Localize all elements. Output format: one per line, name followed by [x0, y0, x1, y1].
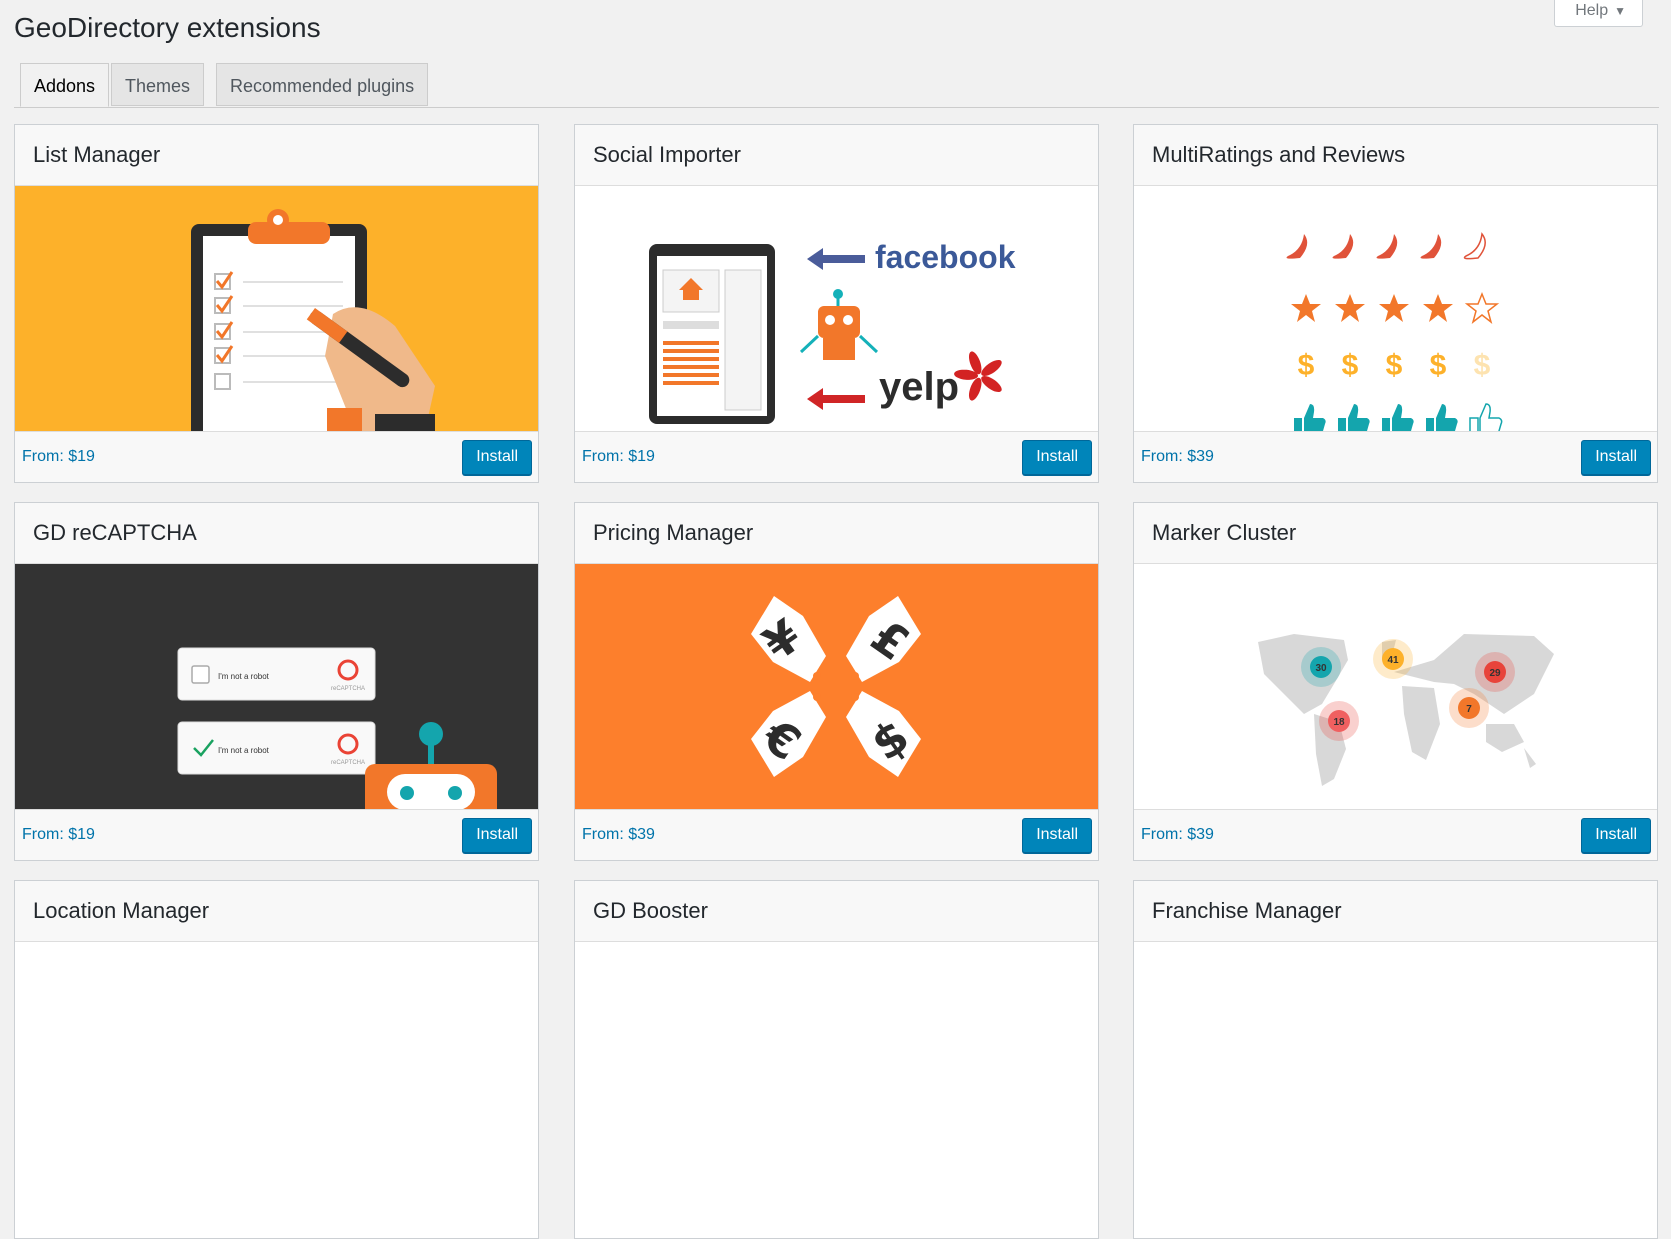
recaptcha-brand: reCAPTCHA [331, 760, 365, 766]
card-title: MultiRatings and Reviews [1152, 142, 1406, 167]
recaptcha-brand: reCAPTCHA [331, 686, 365, 692]
cluster-count: 7 [1466, 704, 1472, 715]
extension-card: GD Booster [574, 880, 1099, 1239]
extension-card: Pricing Manager ¥ £ € $ From: $39 Instal… [574, 502, 1099, 861]
cluster-count: 29 [1489, 668, 1501, 679]
card-price: From: $39 [1141, 448, 1214, 465]
yelp-logo-text: yelp [879, 365, 959, 409]
card-price: From: $19 [22, 826, 95, 843]
card-price: From: $39 [582, 826, 655, 843]
recaptcha-image: I'm not a robot reCAPTCHA I'm not a robo… [15, 564, 538, 809]
dollar-icon: $ [1474, 349, 1491, 382]
install-button[interactable]: Install [1022, 817, 1092, 853]
multiratings-image: $ $ $ $ $ [1134, 186, 1657, 431]
help-tab[interactable]: Help ▼ [1554, 0, 1643, 27]
extension-card: Franchise Manager [1133, 880, 1658, 1239]
card-price: From: $39 [1141, 826, 1214, 843]
dollar-icon: $ [1342, 349, 1359, 382]
caret-down-icon: ▼ [1614, 4, 1626, 18]
card-title: List Manager [33, 142, 161, 167]
install-button[interactable]: Install [1581, 439, 1651, 475]
card-title: Marker Cluster [1152, 520, 1297, 545]
extension-card: Location Manager [14, 880, 539, 1239]
card-price: From: $19 [582, 448, 655, 465]
card-title: Pricing Manager [593, 520, 754, 545]
tab-themes[interactable]: Themes [111, 63, 205, 106]
install-button[interactable]: Install [1581, 817, 1651, 853]
card-price: From: $19 [22, 448, 95, 465]
social-importer-image: facebook yelp [575, 186, 1098, 431]
not-a-robot-label: I'm not a robot [218, 746, 270, 755]
list-manager-image [15, 186, 538, 431]
extension-card: MultiRatings and Reviews $ $ $ $ $ From:… [1133, 124, 1658, 483]
tab-addons[interactable]: Addons [20, 63, 110, 107]
tab-recommended-plugins[interactable]: Recommended plugins [216, 63, 429, 106]
extension-card: Marker Cluster 30 41 29 18 7 From: $39 I… [1133, 502, 1658, 861]
card-title: GD Booster [593, 898, 708, 923]
extension-card: GD reCAPTCHA I'm not a robot reCAPTCHA I… [14, 502, 539, 861]
cluster-count: 41 [1387, 655, 1399, 666]
card-title: Franchise Manager [1152, 898, 1342, 923]
marker-cluster-image: 30 41 29 18 7 [1134, 564, 1657, 809]
card-title: Location Manager [33, 898, 210, 923]
dollar-icon: $ [1386, 349, 1403, 382]
not-a-robot-label: I'm not a robot [218, 672, 270, 681]
card-title: Social Importer [593, 142, 741, 167]
extension-card: List Manager From: $19 Install [14, 124, 539, 483]
pricing-manager-image: ¥ £ € $ [575, 564, 1098, 809]
page-title: GeoDirectory extensions [14, 12, 321, 43]
install-button[interactable]: Install [462, 817, 532, 853]
dollar-icon: $ [1430, 349, 1447, 382]
card-title: GD reCAPTCHA [33, 520, 197, 545]
install-button[interactable]: Install [1022, 439, 1092, 475]
dollar-icon: $ [1298, 349, 1315, 382]
cluster-count: 18 [1333, 717, 1345, 728]
cluster-count: 30 [1315, 663, 1327, 674]
help-label: Help [1575, 2, 1609, 19]
facebook-logo-text: facebook [875, 239, 1016, 275]
install-button[interactable]: Install [462, 439, 532, 475]
extension-card: Social Importer facebook yelp From: $19 … [574, 124, 1099, 483]
tab-bar: Addons Themes Recommended plugins [14, 63, 1659, 108]
